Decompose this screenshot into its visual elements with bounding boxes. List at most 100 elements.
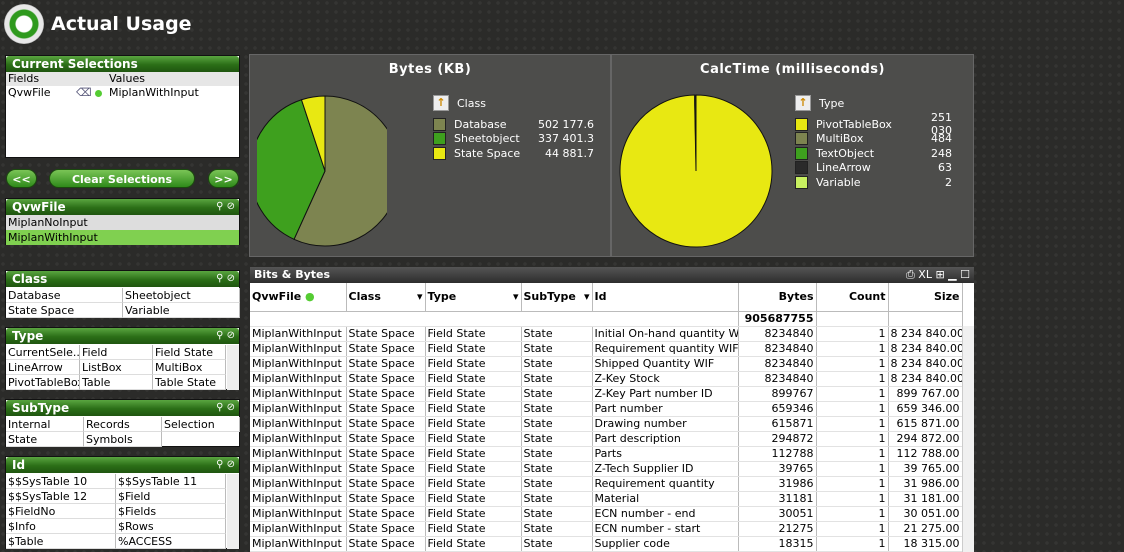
eraser-icon[interactable]: ⌫ (76, 86, 92, 99)
table-scrollbar[interactable] (962, 326, 974, 552)
listbox-item[interactable]: LineArrow (6, 360, 80, 375)
table-cell: 1 (816, 431, 889, 447)
listbox-item[interactable]: Field State (153, 345, 226, 360)
table-row[interactable]: MiplanWithInput State Space Field State Sta… (250, 476, 963, 492)
table-row[interactable]: MiplanWithInput State Space Field State Sta… (250, 506, 963, 522)
table-cell: 112 788.00 (888, 446, 963, 462)
dropdown-icon[interactable]: ▾ (417, 290, 423, 304)
table-row[interactable]: MiplanWithInput State Space Field State Sta… (250, 326, 963, 342)
dropdown-icon[interactable]: ▾ (584, 290, 590, 304)
listbox-item[interactable]: Variable (123, 303, 240, 318)
table-row[interactable]: MiplanWithInput State Space Field State Sta… (250, 416, 963, 432)
col-subtype[interactable]: SubType ▾ (521, 283, 593, 312)
listbox-item[interactable]: MultiBox (153, 360, 226, 375)
col-qvwfile[interactable]: QvwFile ● (250, 283, 347, 312)
listbox-item[interactable]: Internal (6, 417, 84, 432)
col-bytes[interactable]: Bytes (738, 283, 817, 312)
listbox-item[interactable]: $FieldNo (6, 504, 116, 519)
listbox-item[interactable]: ListBox (80, 360, 153, 375)
table-row[interactable]: MiplanWithInput State Space Field State Sta… (250, 536, 963, 552)
table-row[interactable]: MiplanWithInput State Space Field State Sta… (250, 461, 963, 477)
search-icon[interactable]: ⚲ ⊘ (216, 271, 235, 287)
back-button[interactable]: << (6, 169, 37, 188)
listbox-item[interactable]: $$SysTable 11 (116, 474, 226, 489)
table-cell: 8 234 840.00 (888, 341, 963, 357)
legend-item[interactable]: Sheetobject 337 401.3 (433, 132, 594, 147)
table-cell: Field State (425, 461, 522, 477)
sort-arrow-icon[interactable]: ↑ (433, 95, 449, 111)
legend-item[interactable]: MultiBox 484 (795, 132, 952, 147)
table-row[interactable]: MiplanWithInput State Space Field State Sta… (250, 491, 963, 507)
search-icon[interactable]: ⚲ ⊘ (216, 328, 235, 344)
col-count[interactable]: Count (816, 283, 889, 312)
legend-item[interactable]: State Space 44 881.7 (433, 146, 594, 161)
table-cell: 21 275.00 (888, 521, 963, 537)
table-cell: Z-Key Stock (592, 371, 739, 387)
listbox-item[interactable]: $Table (6, 534, 116, 549)
col-size[interactable]: Size (888, 283, 963, 312)
col-type[interactable]: Type ▾ (425, 283, 522, 312)
table-row[interactable]: MiplanWithInput State Space Field State Sta… (250, 386, 963, 402)
excel-export-button[interactable]: XL (918, 268, 932, 281)
print-icon[interactable]: ⎙ (906, 268, 918, 281)
listbox-item[interactable]: MiplanNoInput (6, 215, 239, 230)
listbox-item[interactable]: State Space (6, 303, 123, 318)
table-cell: Material (592, 491, 739, 507)
table-caption: Bits & Bytes (254, 268, 331, 281)
forward-button[interactable]: >> (208, 169, 239, 188)
listbox-item[interactable]: PivotTableBox (6, 375, 80, 390)
table-cell: 1 (816, 386, 889, 402)
table-row[interactable]: MiplanWithInput State Space Field State Sta… (250, 371, 963, 387)
sort-arrow-icon[interactable]: ↑ (795, 95, 811, 111)
search-icon[interactable]: ⚲ ⊘ (216, 400, 235, 416)
minimize-icon[interactable]: ⊞ ▁ (932, 268, 960, 281)
listbox-item[interactable]: $Info (6, 519, 116, 534)
legend-title: Class (457, 96, 486, 110)
listbox-item[interactable]: CurrentSele... (6, 345, 80, 360)
listbox-item[interactable]: %ACCESS (116, 534, 226, 549)
clear-selections-button[interactable]: Clear Selections (49, 169, 195, 188)
search-icon[interactable]: ⚲ ⊘ (216, 457, 235, 473)
listbox-item[interactable]: Selection (162, 417, 240, 432)
legend-item[interactable]: LineArrow 63 (795, 161, 952, 176)
listbox-item[interactable]: Table State (153, 375, 226, 390)
listbox-item[interactable]: Database (6, 288, 123, 303)
maximize-icon[interactable]: ☐ (960, 268, 970, 281)
legend-swatch (795, 132, 808, 146)
type-scrollbar[interactable] (227, 345, 239, 390)
col-id[interactable]: Id (592, 283, 739, 312)
listbox-item[interactable]: Table (80, 375, 153, 390)
table-cell: MiplanWithInput (250, 356, 347, 372)
legend-item[interactable]: Variable 2 (795, 175, 952, 190)
legend-item[interactable]: PivotTableBox 251 030 (795, 111, 952, 137)
listbox-item[interactable]: $Fields (116, 504, 226, 519)
id-scrollbar[interactable] (227, 474, 239, 549)
col-class[interactable]: Class ▾ (346, 283, 426, 312)
listbox-item[interactable]: $Field (116, 489, 226, 504)
calctime-pie[interactable] (618, 85, 778, 255)
listbox-item[interactable]: Symbols (84, 432, 162, 447)
legend-swatch (433, 146, 446, 160)
search-icon[interactable]: ⚲ ⊘ (216, 199, 235, 215)
table-row[interactable]: MiplanWithInput State Space Field State Sta… (250, 446, 963, 462)
listbox-item[interactable]: State (6, 432, 84, 447)
legend-item[interactable]: Database 502 177.6 (433, 117, 594, 132)
table-cell: Field State (425, 506, 522, 522)
listbox-item[interactable]: Records (84, 417, 162, 432)
listbox-item[interactable]: Sheetobject (123, 288, 240, 303)
legend-item[interactable]: TextObject 248 (795, 146, 952, 161)
listbox-item[interactable]: $$SysTable 12 (6, 489, 116, 504)
listbox-item[interactable]: Field (80, 345, 153, 360)
table-row[interactable]: MiplanWithInput State Space Field State Sta… (250, 431, 963, 447)
table-cell: Field State (425, 326, 522, 342)
table-row[interactable]: MiplanWithInput State Space Field State Sta… (250, 341, 963, 357)
listbox-item[interactable]: $$SysTable 10 (6, 474, 116, 489)
table-cell: 659346 (738, 401, 817, 417)
dropdown-icon[interactable]: ▾ (513, 290, 519, 304)
table-row[interactable]: MiplanWithInput State Space Field State Sta… (250, 356, 963, 372)
listbox-item-selected[interactable]: MiplanWithInput (6, 230, 239, 245)
bytes-pie[interactable] (257, 85, 387, 255)
listbox-item[interactable]: $Rows (116, 519, 226, 534)
table-row[interactable]: MiplanWithInput State Space Field State Sta… (250, 401, 963, 417)
table-row[interactable]: MiplanWithInput State Space Field State Sta… (250, 521, 963, 537)
